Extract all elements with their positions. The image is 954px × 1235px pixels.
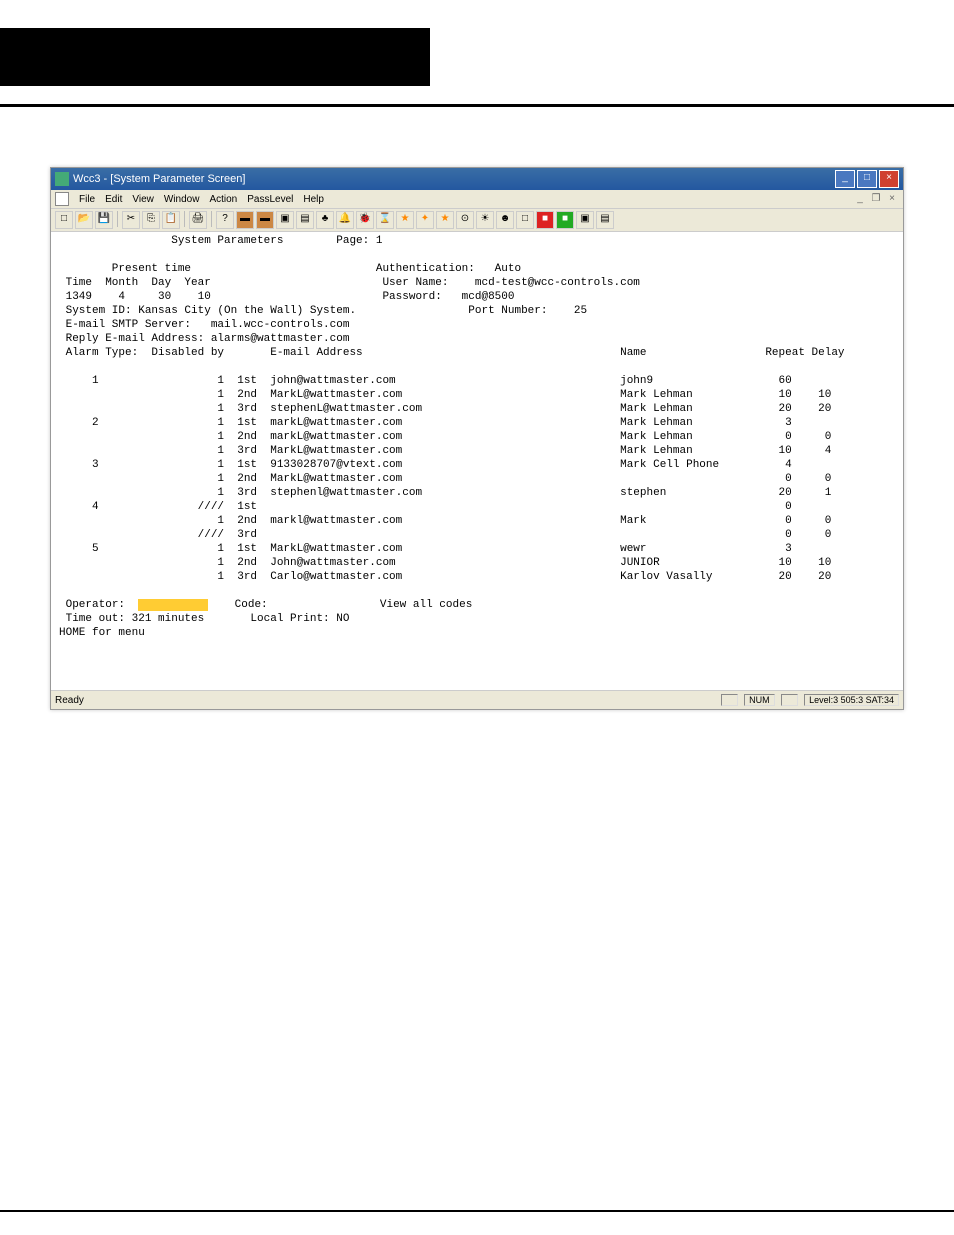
child-minimize-button[interactable]: _ bbox=[853, 193, 867, 205]
menu-action[interactable]: Action bbox=[209, 194, 237, 205]
status-level: Level:3 505:3 SAT:34 bbox=[804, 694, 899, 706]
app-icon bbox=[55, 172, 69, 186]
status-ready: Ready bbox=[55, 695, 84, 706]
menu-window[interactable]: Window bbox=[164, 194, 200, 205]
app-window: Wcc3 - [System Parameter Screen] _ □ × F… bbox=[50, 167, 904, 710]
menubar: File Edit View Window Action PassLevel H… bbox=[51, 190, 903, 209]
tool-icon[interactable]: ☻ bbox=[496, 211, 514, 229]
operator-input[interactable] bbox=[138, 599, 208, 611]
tool-icon[interactable]: ▤ bbox=[296, 211, 314, 229]
doc-icon bbox=[55, 192, 69, 206]
tool-icon[interactable]: 🐞 bbox=[356, 211, 374, 229]
bottom-rule bbox=[0, 1210, 954, 1212]
separator bbox=[184, 211, 185, 227]
separator bbox=[211, 211, 212, 227]
open-icon[interactable]: 📂 bbox=[75, 211, 93, 229]
tool-icon[interactable]: ▬ bbox=[236, 211, 254, 229]
paste-icon[interactable]: 📋 bbox=[162, 211, 180, 229]
status-empty bbox=[781, 694, 799, 706]
maximize-button[interactable]: □ bbox=[857, 170, 877, 188]
menu-passlevel[interactable]: PassLevel bbox=[247, 194, 293, 205]
tool-icon[interactable]: □ bbox=[516, 211, 534, 229]
menu-help[interactable]: Help bbox=[303, 194, 324, 205]
child-restore-button[interactable]: ❐ bbox=[869, 193, 883, 205]
print-icon[interactable]: 🖨 bbox=[189, 211, 207, 229]
tool-icon[interactable]: ▬ bbox=[256, 211, 274, 229]
separator bbox=[117, 211, 118, 227]
menu-edit[interactable]: Edit bbox=[105, 194, 122, 205]
cut-icon[interactable]: ✂ bbox=[122, 211, 140, 229]
tool-icon[interactable]: ⌛ bbox=[376, 211, 394, 229]
window-buttons: _ □ × bbox=[835, 170, 899, 188]
terminal-content[interactable]: System Parameters Page: 1 Present time A… bbox=[51, 232, 903, 690]
child-close-button[interactable]: × bbox=[885, 193, 899, 205]
menu-file[interactable]: File bbox=[79, 194, 95, 205]
star-icon[interactable]: ★ bbox=[396, 211, 414, 229]
menu-view[interactable]: View bbox=[132, 194, 154, 205]
status-num: NUM bbox=[744, 694, 775, 706]
statusbar: Ready NUM Level:3 505:3 SAT:34 bbox=[51, 690, 903, 709]
tool-icon[interactable]: ▤ bbox=[596, 211, 614, 229]
header-black-bar bbox=[0, 28, 430, 86]
save-icon[interactable]: 💾 bbox=[95, 211, 113, 229]
new-icon[interactable]: □ bbox=[55, 211, 73, 229]
tool-icon[interactable]: ▣ bbox=[276, 211, 294, 229]
close-button[interactable]: × bbox=[879, 170, 899, 188]
tool-icon[interactable]: ■ bbox=[556, 211, 574, 229]
horizontal-rule bbox=[0, 104, 954, 107]
help-icon[interactable]: ? bbox=[216, 211, 234, 229]
minimize-button[interactable]: _ bbox=[835, 170, 855, 188]
toolbar: □ 📂 💾 ✂ ⎘ 📋 🖨 ? ▬ ▬ ▣ ▤ ♣ 🔔 🐞 ⌛ ★ ✦ ★ ⊙ … bbox=[51, 209, 903, 232]
titlebar: Wcc3 - [System Parameter Screen] _ □ × bbox=[51, 168, 903, 190]
operator-label: Operator: bbox=[66, 599, 125, 611]
tool-icon[interactable]: ☀ bbox=[476, 211, 494, 229]
tool-icon[interactable]: ♣ bbox=[316, 211, 334, 229]
tool-icon[interactable]: ▣ bbox=[576, 211, 594, 229]
copy-icon[interactable]: ⎘ bbox=[142, 211, 160, 229]
tool-icon[interactable]: ⊙ bbox=[456, 211, 474, 229]
star-icon[interactable]: ★ bbox=[436, 211, 454, 229]
status-empty bbox=[721, 694, 739, 706]
star-icon[interactable]: ✦ bbox=[416, 211, 434, 229]
tool-icon[interactable]: 🔔 bbox=[336, 211, 354, 229]
window-title: Wcc3 - [System Parameter Screen] bbox=[73, 173, 245, 185]
tool-icon[interactable]: ■ bbox=[536, 211, 554, 229]
